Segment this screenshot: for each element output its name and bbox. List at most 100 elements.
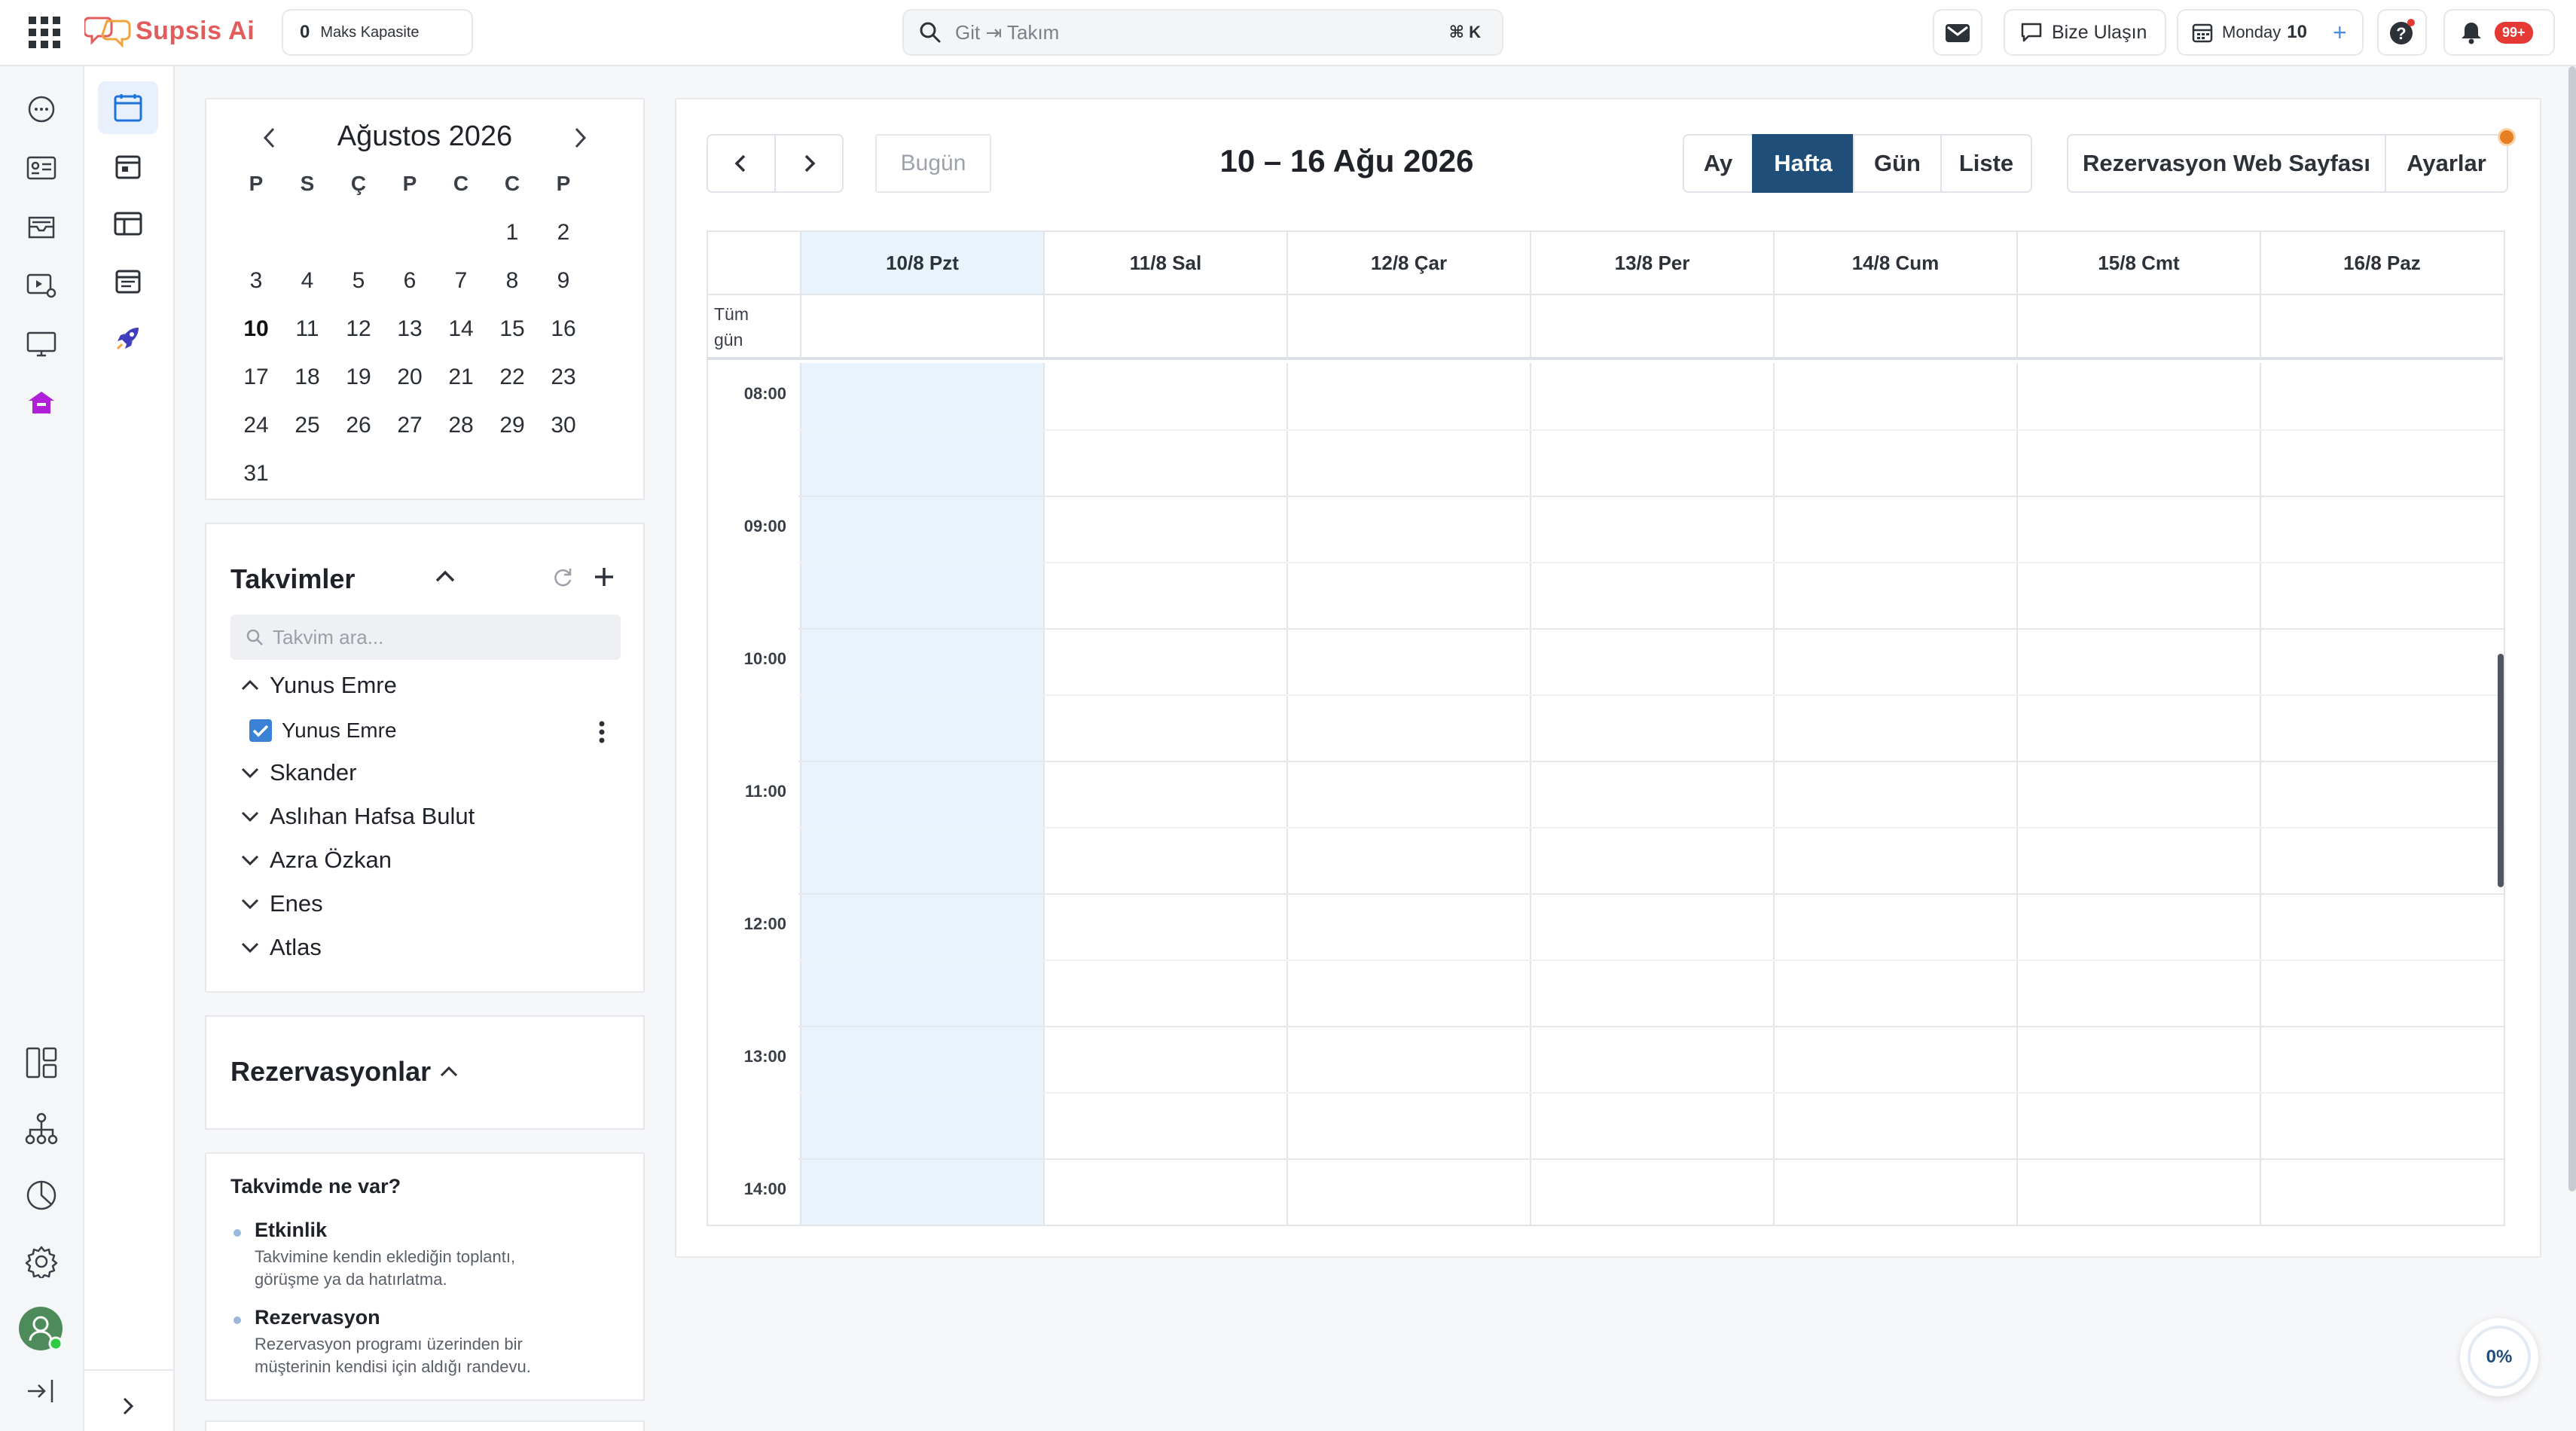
progress-widget[interactable]: 0% bbox=[2460, 1318, 2538, 1396]
mini-calendar-day[interactable]: 28 bbox=[438, 413, 484, 438]
mini-calendar-day[interactable]: 7 bbox=[438, 268, 484, 294]
prev-week-button[interactable] bbox=[707, 134, 776, 193]
all-day-cell[interactable] bbox=[1530, 295, 1773, 360]
checkbox-checked-icon[interactable] bbox=[249, 719, 273, 743]
day-column-header[interactable]: 13/8 Per bbox=[1530, 232, 1773, 295]
calendar-group-yunus-emre[interactable]: Yunus Emre bbox=[240, 672, 397, 699]
mini-calendar-day[interactable]: 5 bbox=[336, 268, 381, 294]
chat-nav-icon[interactable] bbox=[23, 90, 60, 128]
all-day-cell[interactable] bbox=[800, 295, 1043, 360]
view-month-button[interactable]: Ay bbox=[1683, 134, 1753, 193]
mini-calendar-day[interactable]: 27 bbox=[387, 413, 432, 438]
view-day-button[interactable]: Gün bbox=[1853, 134, 1942, 193]
all-day-cell[interactable] bbox=[1043, 295, 1286, 360]
all-day-cell[interactable] bbox=[2260, 295, 2503, 360]
app-grid-icon[interactable] bbox=[29, 17, 60, 48]
mini-calendar-day[interactable]: 11 bbox=[285, 316, 330, 342]
next-month-icon[interactable] bbox=[571, 125, 589, 151]
mini-calendar-day[interactable]: 26 bbox=[336, 413, 381, 438]
notifications-button[interactable]: 99+ bbox=[2443, 9, 2555, 56]
home-nav-icon[interactable] bbox=[23, 384, 60, 422]
booking-page-button[interactable]: Rezervasyon Web Sayfası bbox=[2067, 134, 2386, 193]
all-day-cell[interactable] bbox=[1286, 295, 1530, 360]
mini-calendar-day[interactable]: 29 bbox=[490, 413, 535, 438]
mini-calendar-day[interactable]: 14 bbox=[438, 316, 484, 342]
settings-nav-icon[interactable] bbox=[23, 1243, 60, 1280]
mini-calendar-day[interactable]: 15 bbox=[490, 316, 535, 342]
mini-calendar-day[interactable]: 30 bbox=[541, 413, 586, 438]
calendar-view-icon[interactable] bbox=[98, 81, 158, 134]
refresh-icon[interactable] bbox=[551, 566, 574, 589]
all-day-cell[interactable] bbox=[2016, 295, 2260, 360]
mini-calendar-day[interactable]: 22 bbox=[490, 365, 535, 390]
today-button[interactable]: Bugün bbox=[875, 134, 991, 193]
day-column-header[interactable]: 12/8 Çar bbox=[1286, 232, 1530, 295]
calendar-group-aslihan-hafsa-bulut[interactable]: Aslıhan Hafsa Bulut bbox=[240, 803, 475, 830]
date-widget[interactable]: Monday 10 + bbox=[2177, 9, 2364, 56]
collapse-chevron-icon[interactable] bbox=[434, 568, 456, 584]
mini-calendar-day[interactable]: 9 bbox=[541, 268, 586, 294]
calendar-group-skander[interactable]: Skander bbox=[240, 759, 356, 786]
kebab-menu-icon[interactable] bbox=[598, 720, 606, 744]
inbox-button[interactable] bbox=[1933, 9, 1982, 56]
mini-calendar-day[interactable]: 13 bbox=[387, 316, 432, 342]
contacts-nav-icon[interactable] bbox=[23, 149, 60, 187]
calendar-search-input[interactable]: Takvim ara... bbox=[230, 615, 621, 660]
event-icon[interactable] bbox=[98, 140, 158, 193]
add-icon[interactable]: + bbox=[2333, 19, 2347, 47]
help-button[interactable]: ? bbox=[2377, 9, 2427, 56]
day-column-header[interactable]: 16/8 Paz bbox=[2260, 232, 2503, 295]
settings-button[interactable]: Ayarlar bbox=[2385, 134, 2508, 193]
max-capacity-indicator[interactable]: 0 Maks Kapasite bbox=[282, 9, 473, 56]
monitor-nav-icon[interactable] bbox=[23, 325, 60, 363]
mini-calendar-day[interactable]: 19 bbox=[336, 365, 381, 390]
add-calendar-icon[interactable] bbox=[592, 565, 616, 589]
app-logo[interactable]: Supsis Ai bbox=[84, 14, 255, 48]
next-week-button[interactable] bbox=[774, 134, 844, 193]
calendar-group-enes[interactable]: Enes bbox=[240, 890, 323, 917]
calendar-group-atlas[interactable]: Atlas bbox=[240, 934, 322, 961]
mini-calendar-day[interactable]: 12 bbox=[336, 316, 381, 342]
mini-calendar-day[interactable]: 1 bbox=[490, 220, 535, 246]
day-column-header[interactable]: 14/8 Cum bbox=[1773, 232, 2016, 295]
layout-nav-icon[interactable] bbox=[23, 1044, 60, 1082]
reservations-header[interactable]: Rezervasyonlar bbox=[230, 1056, 459, 1088]
mini-calendar-day[interactable]: 6 bbox=[387, 268, 432, 294]
view-list-button[interactable]: Liste bbox=[1940, 134, 2032, 193]
page-scrollbar[interactable] bbox=[2568, 66, 2576, 1191]
mini-calendar-day[interactable]: 2 bbox=[541, 220, 586, 246]
expand-chevron-icon[interactable] bbox=[98, 1380, 158, 1431]
inbox-nav-icon[interactable] bbox=[23, 208, 60, 246]
schedule-icon[interactable] bbox=[98, 255, 158, 307]
mini-calendar-day[interactable]: 24 bbox=[233, 413, 279, 438]
calendar-group-azra-ozkan[interactable]: Azra Özkan bbox=[240, 847, 392, 874]
contact-button[interactable]: Bize Ulaşın bbox=[2004, 9, 2166, 56]
view-week-button[interactable]: Hafta bbox=[1752, 134, 1854, 193]
video-settings-nav-icon[interactable] bbox=[23, 267, 60, 304]
all-day-cell[interactable] bbox=[1773, 295, 2016, 360]
grid-scrollbar[interactable] bbox=[2498, 654, 2504, 887]
mini-calendar-day[interactable]: 23 bbox=[541, 365, 586, 390]
mini-calendar-day[interactable]: 17 bbox=[233, 365, 279, 390]
mini-calendar-day[interactable]: 25 bbox=[285, 413, 330, 438]
hierarchy-nav-icon[interactable] bbox=[23, 1110, 60, 1148]
booking-page-icon[interactable] bbox=[98, 197, 158, 250]
mini-calendar-day[interactable]: 31 bbox=[233, 461, 279, 487]
day-column-header[interactable]: 15/8 Cmt bbox=[2016, 232, 2260, 295]
global-search[interactable]: Git ⇥ Takım ⌘ K bbox=[902, 9, 1503, 56]
mini-calendar-day[interactable]: 16 bbox=[541, 316, 586, 342]
mini-calendar-day[interactable]: 20 bbox=[387, 365, 432, 390]
mini-calendar-day[interactable]: 21 bbox=[438, 365, 484, 390]
calendar-item-yunus-emre[interactable]: Yunus Emre bbox=[249, 719, 397, 743]
day-column-header[interactable]: 11/8 Sal bbox=[1043, 232, 1286, 295]
reports-nav-icon[interactable] bbox=[23, 1176, 60, 1214]
rocket-icon[interactable] bbox=[98, 312, 158, 365]
mini-calendar-day[interactable]: 4 bbox=[285, 268, 330, 294]
logout-icon[interactable] bbox=[23, 1372, 60, 1410]
mini-calendar-day[interactable]: 8 bbox=[490, 268, 535, 294]
avatar[interactable] bbox=[18, 1306, 63, 1351]
mini-calendar-day[interactable]: 18 bbox=[285, 365, 330, 390]
day-column-header[interactable]: 10/8 Pzt bbox=[800, 232, 1043, 295]
mini-calendar-day[interactable]: 3 bbox=[233, 268, 279, 294]
mini-calendar-today[interactable]: 10 bbox=[233, 316, 279, 342]
